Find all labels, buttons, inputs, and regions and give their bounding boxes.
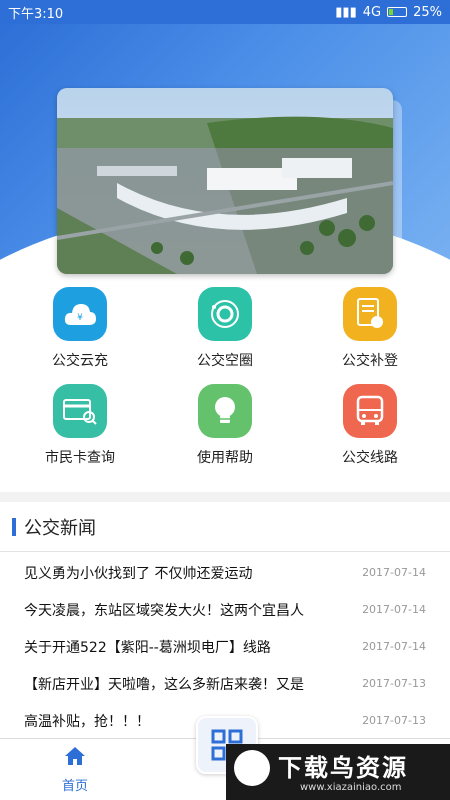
circle-target-icon: [198, 287, 252, 341]
hero-banner: [0, 24, 450, 294]
news-item-date: 2017-07-13: [362, 714, 426, 727]
news-item[interactable]: 关于开通522【紫阳--葛洲坝电厂】线路 2017-07-14: [0, 628, 450, 665]
news-item-title: 见义勇为小伙找到了 不仅帅还爱运动: [24, 565, 253, 582]
news-section: 公交新闻 见义勇为小伙找到了 不仅帅还爱运动 2017-07-14 今天凌晨，东…: [0, 502, 450, 742]
news-item[interactable]: 见义勇为小伙找到了 不仅帅还爱运动 2017-07-14: [0, 554, 450, 591]
status-bar: 下午3:10 ▮▮▮ 4G 25%: [0, 0, 450, 24]
watermark-brand: 下载鸟资源: [278, 754, 408, 782]
battery-icon: [387, 7, 408, 17]
service-air-circle[interactable]: 公交空圈: [150, 287, 300, 387]
service-label: 公交补登: [342, 353, 398, 369]
service-grid: ¥ 公交云充 公交空圈 公交补登 市民卡查询 使用帮助 公交线路: [0, 282, 450, 492]
service-help[interactable]: 使用帮助: [150, 384, 300, 484]
news-item[interactable]: 今天凌晨，东站区域突发大火！这两个宜昌人 2017-07-14: [0, 591, 450, 628]
news-item-title: 今天凌晨，东站区域突发大火！这两个宜昌人: [24, 602, 304, 619]
network-label: 4G: [362, 4, 382, 20]
home-icon: [50, 745, 100, 771]
news-item-date: 2017-07-14: [362, 603, 426, 616]
watermark: 下载鸟资源 www.xiazainiao.com: [226, 744, 450, 800]
service-cloud-recharge[interactable]: ¥ 公交云充: [5, 287, 155, 387]
news-item-title: 关于开通522【紫阳--葛洲坝电厂】线路: [24, 639, 271, 656]
bus-icon: [343, 384, 397, 438]
service-label: 使用帮助: [197, 450, 253, 466]
service-label: 公交线路: [342, 450, 398, 466]
news-item-title: 【新店开业】天啦噜，这么多新店来袭！又是: [24, 676, 304, 693]
bird-logo-icon: [234, 750, 270, 786]
banner-image[interactable]: [57, 88, 393, 274]
news-item[interactable]: 【新店开业】天啦噜，这么多新店来袭！又是 2017-07-13: [0, 665, 450, 702]
service-label: 公交空圈: [197, 353, 253, 369]
news-title: 公交新闻: [24, 517, 96, 539]
service-bus-route[interactable]: 公交线路: [295, 384, 445, 484]
service-citizen-card[interactable]: 市民卡查询: [5, 384, 155, 484]
status-time: 下午3:10: [8, 6, 64, 22]
document-edit-icon: [343, 287, 397, 341]
signal-icon: ▮▮▮: [335, 4, 357, 20]
news-item-date: 2017-07-14: [362, 566, 426, 579]
tab-home[interactable]: 首页: [50, 745, 100, 794]
news-item-title: 高温补贴，抢！！！: [24, 713, 150, 730]
lightbulb-icon: [198, 384, 252, 438]
service-bus-register[interactable]: 公交补登: [295, 287, 445, 387]
tab-home-label: 首页: [61, 779, 88, 794]
news-header: 公交新闻: [0, 502, 450, 552]
service-label: 公交云充: [52, 353, 108, 369]
svg-text:¥: ¥: [77, 313, 83, 323]
news-item-date: 2017-07-13: [362, 677, 426, 690]
cloud-yuan-icon: ¥: [53, 287, 107, 341]
battery-percent: 25%: [413, 4, 442, 20]
watermark-url: www.xiazainiao.com: [300, 782, 402, 793]
news-item-date: 2017-07-14: [362, 640, 426, 653]
accent-bar: [12, 517, 16, 536]
card-search-icon: [53, 384, 107, 438]
service-label: 市民卡查询: [45, 450, 115, 466]
